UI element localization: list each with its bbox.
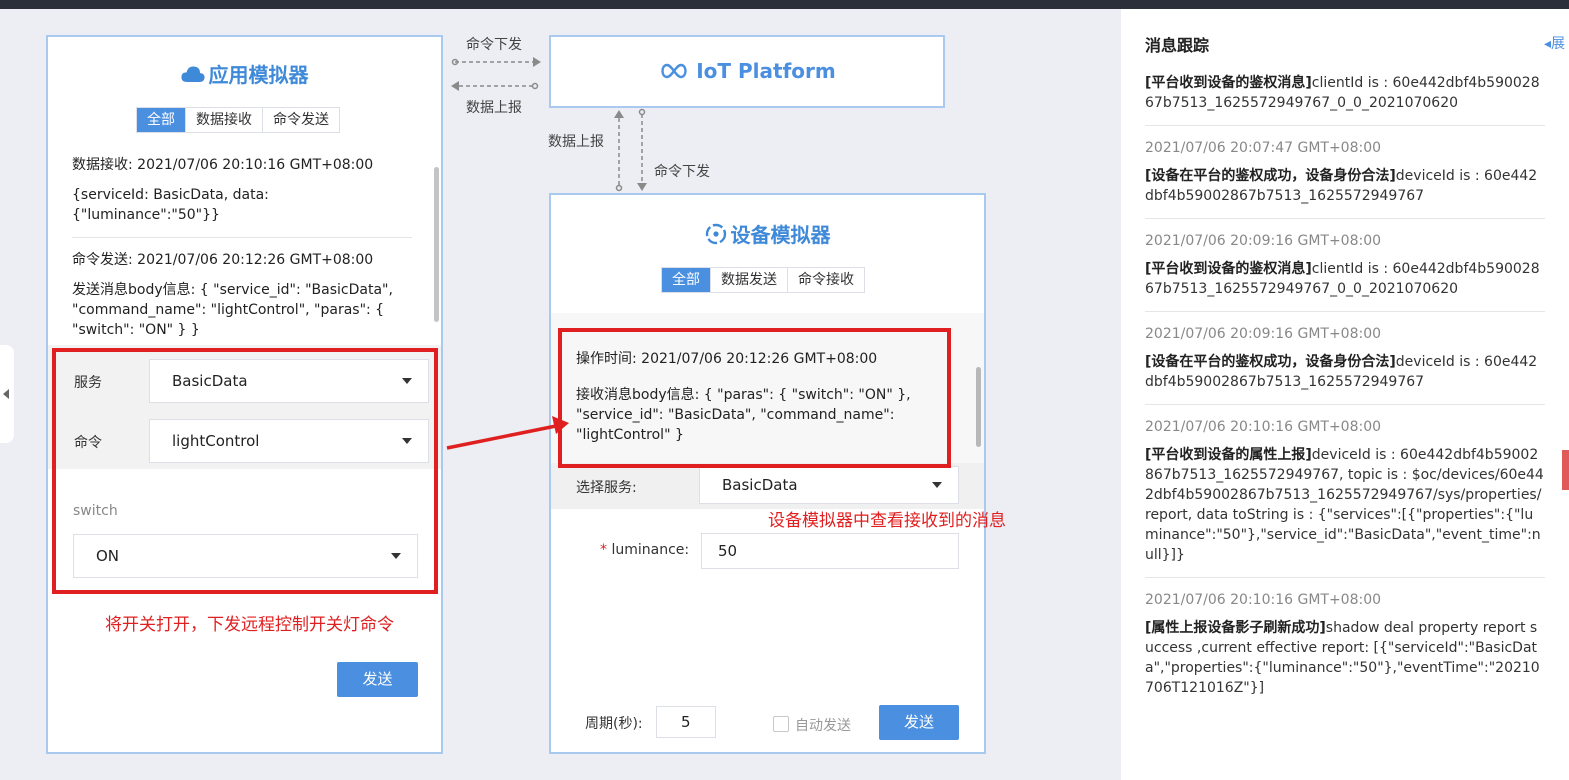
iot-platform-box: IoT Platform [549, 35, 945, 108]
trace-item-tag: [属性上报设备影子刷新成功] [1145, 620, 1326, 636]
trace-item-text: [平台收到设备的属性上报]deviceId is : 60e442dbf4b59… [1145, 445, 1545, 565]
device-send-button[interactable]: 发送 [879, 705, 959, 740]
connector-label-data-up: 数据上报 [466, 100, 522, 116]
connector-label-data-up-vertical: 数据上报 [548, 134, 604, 150]
auto-send-checkbox[interactable] [773, 716, 789, 732]
trace-item-time: 2021/07/06 20:09:16 GMT+08:00 [1145, 326, 1382, 342]
switch-highlight-box [52, 348, 438, 594]
tab-data-send[interactable]: 数据发送 [711, 268, 788, 292]
message-trace-panel: 消息跟踪 ◂展 [平台收到设备的鉴权消息]clientId is : 60e44… [1121, 9, 1569, 780]
trace-title: 消息跟踪 [1145, 36, 1210, 55]
device-circle-icon [705, 223, 726, 244]
trace-item-tag: [平台收到设备的属性上报] [1145, 447, 1312, 463]
trace-item-tag: [设备在平台的鉴权成功，设备身份合法] [1145, 168, 1396, 184]
received-message-highlight-box [558, 328, 951, 468]
luminance-label: * luminance: [600, 542, 689, 558]
tab-command-receive[interactable]: 命令接收 [788, 268, 864, 292]
trace-item-text: [设备在平台的鉴权成功，设备身份合法]deviceId is : 60e442d… [1145, 352, 1545, 392]
trace-side-marker [1562, 450, 1569, 490]
iot-platform-title-text: IoT Platform [696, 59, 836, 83]
trace-item: [平台收到设备的鉴权消息]clientId is : 60e442dbf4b59… [1145, 73, 1545, 126]
trace-item-text: [设备在平台的鉴权成功，设备身份合法]deviceId is : 60e442d… [1145, 166, 1545, 206]
connector-label-command-down: 命令下发 [466, 37, 522, 53]
auto-send-label: 自动发送 [795, 718, 851, 734]
luminance-input[interactable]: 50 [701, 533, 959, 569]
trace-item-text: [平台收到设备的鉴权消息]clientId is : 60e442dbf4b59… [1145, 259, 1545, 299]
trace-item: 2021/07/06 20:09:16 GMT+08:00 [设备在平台的鉴权成… [1145, 324, 1545, 405]
select-service-dropdown[interactable]: BasicData [699, 466, 959, 504]
select-service-label: 选择服务: [576, 480, 637, 496]
trace-item-time: 2021/07/06 20:10:16 GMT+08:00 [1145, 592, 1382, 608]
device-simulator-title: 设备模拟器 [551, 219, 984, 248]
trace-item-tag: [设备在平台的鉴权成功，设备身份合法] [1145, 354, 1396, 370]
trace-item-time: 2021/07/06 20:09:16 GMT+08:00 [1145, 233, 1382, 249]
period-input[interactable]: 5 [656, 706, 716, 738]
trace-item: 2021/07/06 20:10:16 GMT+08:00 [平台收到设备的属性… [1145, 417, 1545, 578]
trace-item-time: 2021/07/06 20:10:16 GMT+08:00 [1145, 419, 1382, 435]
trace-item: 2021/07/06 20:07:47 GMT+08:00 [设备在平台的鉴权成… [1145, 138, 1545, 219]
trace-item-tag: [平台收到设备的鉴权消息] [1145, 75, 1312, 91]
select-service-value: BasicData [722, 476, 798, 494]
period-label: 周期(秒): [585, 716, 643, 732]
trace-item-text: [平台收到设备的鉴权消息]clientId is : 60e442dbf4b59… [1145, 73, 1545, 113]
connector-label-command-down-vertical: 命令下发 [654, 164, 710, 180]
device-message-scrollbar[interactable] [976, 367, 981, 447]
trace-item: 2021/07/06 20:09:16 GMT+08:00 [平台收到设备的鉴权… [1145, 231, 1545, 312]
device-simulator-panel: 设备模拟器 全部 数据发送 命令接收 操作时间: 2021/07/06 20:1… [549, 193, 986, 754]
left-annotation-text: 将开关打开，下发远程控制开关灯命令 [105, 615, 394, 635]
trace-expand-toggle[interactable]: ◂展 [1544, 33, 1565, 53]
trace-item: 2021/07/06 20:10:16 GMT+08:00 [属性上报设备影子刷… [1145, 590, 1545, 710]
trace-item-text: [属性上报设备影子刷新成功]shadow deal property repor… [1145, 618, 1545, 698]
right-annotation-text: 设备模拟器中查看接收到的消息 [768, 511, 1006, 531]
luminance-label-text: luminance: [611, 542, 690, 558]
required-mark: * [600, 542, 607, 558]
trace-item-tag: [平台收到设备的鉴权消息] [1145, 261, 1312, 277]
trace-item-detail: deviceId is : 60e442dbf4b59002867b7513_1… [1145, 447, 1544, 563]
tab-all[interactable]: 全部 [662, 268, 711, 292]
iot-platform-title: IoT Platform [551, 59, 943, 83]
caret-down-icon [932, 482, 942, 488]
device-simulator-title-text: 设备模拟器 [730, 223, 831, 247]
dev-sim-tabs: 全部 数据发送 命令接收 [661, 267, 865, 293]
trace-list: [平台收到设备的鉴权消息]clientId is : 60e442dbf4b59… [1145, 73, 1545, 722]
infinity-icon [661, 63, 687, 79]
trace-item-time: 2021/07/06 20:07:47 GMT+08:00 [1145, 140, 1382, 156]
